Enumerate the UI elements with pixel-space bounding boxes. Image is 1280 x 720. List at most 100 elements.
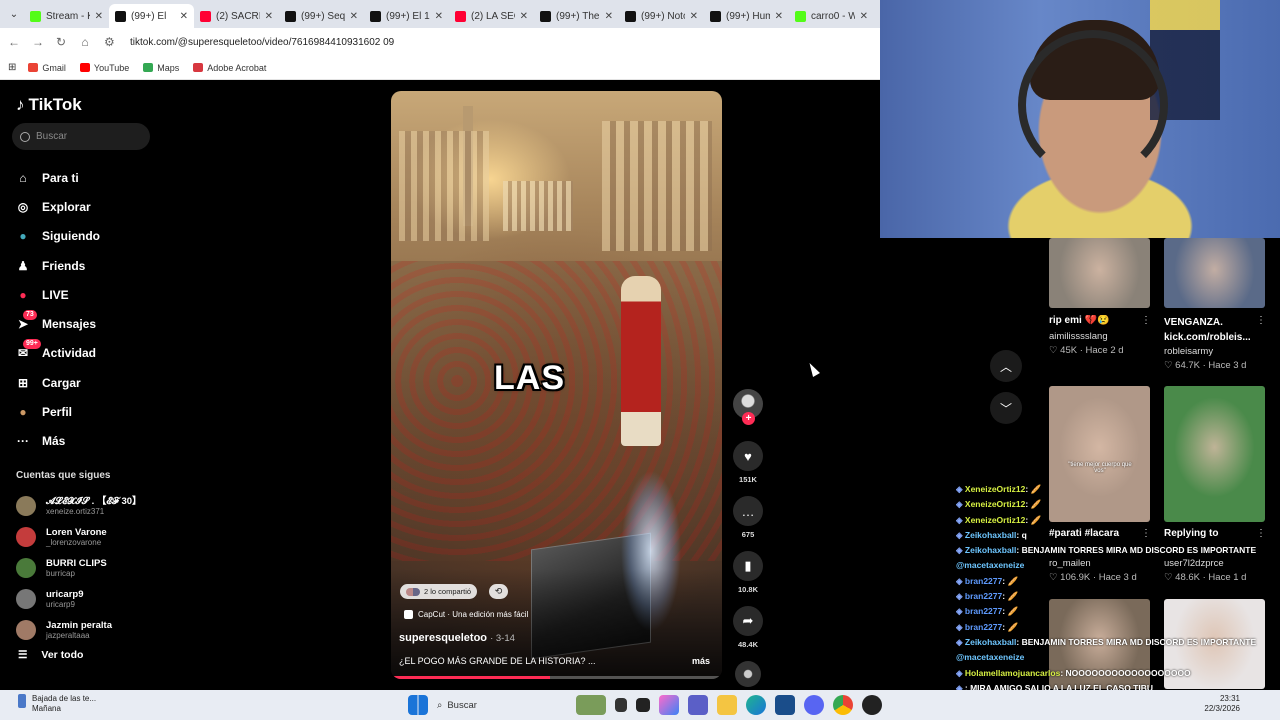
sidebar-item-activity[interactable]: ✉ 99+ Actividad [14,339,100,368]
comment-icon[interactable]: … [733,496,763,526]
following-item[interactable]: BURRI CLIPS burricap [16,553,142,584]
video-author[interactable]: superesqueletoo · 3-14 [399,632,515,644]
sidebar-item-compass[interactable]: ◎ Explorar [14,192,100,221]
tab-close-icon[interactable]: ✕ [435,11,443,22]
site-info-icon[interactable]: ⚙ [104,35,115,49]
chat-username[interactable]: Zeikohaxball [965,545,1017,555]
browser-tab[interactable]: (99+) El ✕ [109,4,194,28]
chat-username[interactable]: XeneizeOrtiz12 [965,499,1025,509]
tiktok-logo[interactable]: ♪ TikTok [16,95,82,115]
sidebar-item-messages[interactable]: ➤ 73 Mensajes [14,309,100,338]
sidebar-item-friends[interactable]: ♟ Friends [14,251,100,280]
video-player[interactable]: LAS 2 lo compartió ⟲ CapCut · Una edició… [391,91,722,679]
more-button[interactable]: más [692,656,710,666]
browser-tab[interactable]: (99+) The ✕ [534,4,619,28]
following-item[interactable]: Loren Varone _lorenzovarone [16,522,142,553]
save-action[interactable]: ▮ 10.8K [731,551,765,594]
follow-plus-icon[interactable]: + [742,412,755,425]
taskbar-search[interactable]: ⌕ Buscar [437,700,567,711]
forward-icon[interactable]: → [32,35,44,49]
following-item[interactable]: uricarp9 uricarp9 [16,583,142,614]
tab-close-icon[interactable]: ✕ [860,11,868,22]
heart-icon[interactable]: ♥ [733,441,763,471]
chat-username[interactable]: Zeikohaxball [965,530,1017,540]
tab-close-icon[interactable]: ✕ [520,11,528,22]
chat-username[interactable]: Holamellamojuancarlos [965,668,1060,678]
author-name[interactable]: superesqueletoo [399,632,487,644]
file-explorer-icon[interactable] [717,695,737,715]
tile-menu-icon[interactable]: ⋮ [1141,315,1151,326]
home-browser-icon[interactable]: ⌂ [80,35,90,49]
like-action[interactable]: ♥ 151K [731,441,765,484]
search-input[interactable]: Buscar [36,131,67,142]
following-item[interactable]: 𝓐𝓛𝓔𝓧𝓘𝓢 . 【𝓔𝓕 30】 xeneize.ortiz371 [16,491,142,522]
video-progress-bar[interactable] [391,676,722,679]
edge-icon[interactable] [746,695,766,715]
share-action[interactable]: ➦ 48.4K [731,606,765,649]
music-disc-icon[interactable] [735,661,761,687]
sidebar-item-following[interactable]: ● Siguiendo [14,222,100,251]
bookmark-icon[interactable]: ▮ [733,551,763,581]
recommended-author[interactable]: aimilisssslang [1049,331,1159,342]
sidebar-item-upload[interactable]: ⊞ Cargar [14,368,100,397]
previous-video-icon[interactable]: ︿ [990,350,1022,382]
tab-close-icon[interactable]: ✕ [690,11,698,22]
sidebar-item-more[interactable]: ··· Más [14,427,100,456]
bookmark-item[interactable]: Maps [143,63,179,73]
search-box[interactable]: Buscar [12,123,150,150]
tab-close-icon[interactable]: ✕ [95,11,103,22]
browser-tab[interactable]: Stream - K ✕ [24,4,109,28]
bookmark-item[interactable]: YouTube [79,63,129,73]
tab-close-icon[interactable]: ✕ [265,11,273,22]
browser-tab[interactable]: (99+) Sequ ✕ [279,4,364,28]
browser-tab[interactable]: carro0 - W ✕ [789,4,874,28]
tab-close-icon[interactable]: ✕ [775,11,783,22]
app-icon-1[interactable] [636,698,650,712]
shared-pill[interactable]: 2 lo compartió [400,584,478,599]
apps-grid-icon[interactable]: ⊞ [8,62,16,73]
chrome-icon[interactable] [833,695,853,715]
recommended-video-thumbnail[interactable] [1164,238,1265,308]
recommended-video-thumbnail[interactable] [1049,238,1150,308]
browser-tab[interactable]: (2) LA SEC ✕ [449,4,534,28]
discord-icon[interactable] [804,695,824,715]
chat-username[interactable]: XeneizeOrtiz12 [965,515,1025,525]
tab-close-icon[interactable]: ✕ [180,11,188,22]
store-icon[interactable] [775,695,795,715]
creator-avatar[interactable]: + [733,389,763,425]
task-view-icon[interactable] [615,698,627,712]
browser-tab[interactable]: (2) SACRI ✕ [194,4,279,28]
chat-username[interactable]: bran2277 [965,622,1002,632]
chat-username[interactable]: bran2277 [965,591,1002,601]
comment-action[interactable]: … 675 [731,496,765,539]
recommended-author[interactable]: robleisarmy [1164,346,1274,357]
widgets-icon[interactable] [576,695,606,715]
browser-tab[interactable]: (99+) El 1 ✕ [364,4,449,28]
url-field[interactable]: tiktok.com/@superesqueletoo/video/761698… [130,37,394,48]
copilot-icon[interactable] [659,695,679,715]
sidebar-item-profile[interactable]: ● Perfil [14,397,100,426]
chat-username[interactable]: bran2277 [965,606,1002,616]
tab-close-icon[interactable]: ✕ [605,11,613,22]
tab-list-chevron-icon[interactable]: ⌄ [4,9,24,20]
teams-icon[interactable] [688,695,708,715]
bookmark-item[interactable]: Gmail [28,63,66,73]
browser-tab[interactable]: (99+) Noto ✕ [619,4,704,28]
see-all-button[interactable]: ☰ Ver todo [18,649,83,661]
repost-icon[interactable]: ⟲ [489,584,508,599]
capcut-link[interactable]: CapCut · Una edición más fácil [404,610,528,619]
system-tray-clock[interactable]: 23:31 22/3/2026 [1170,694,1240,714]
share-icon[interactable]: ➦ [733,606,763,636]
windows-start-icon[interactable] [408,695,428,715]
bookmark-item[interactable]: Adobe Acrobat [193,63,266,73]
reload-icon[interactable]: ↻ [56,35,66,49]
back-icon[interactable]: ← [8,35,20,49]
chat-username[interactable]: XeneizeOrtiz12 [965,484,1025,494]
tab-close-icon[interactable]: ✕ [350,11,358,22]
sidebar-item-home[interactable]: ⌂ Para ti [14,163,100,192]
sidebar-item-live[interactable]: ● LIVE [14,280,100,309]
weather-widget[interactable]: Bajada de las te... Mañana [18,694,96,714]
tile-menu-icon[interactable]: ⋮ [1256,315,1266,326]
following-item[interactable]: Jazmin peralta jazperaltaaa [16,614,142,645]
next-video-icon[interactable]: ﹀ [990,392,1022,424]
